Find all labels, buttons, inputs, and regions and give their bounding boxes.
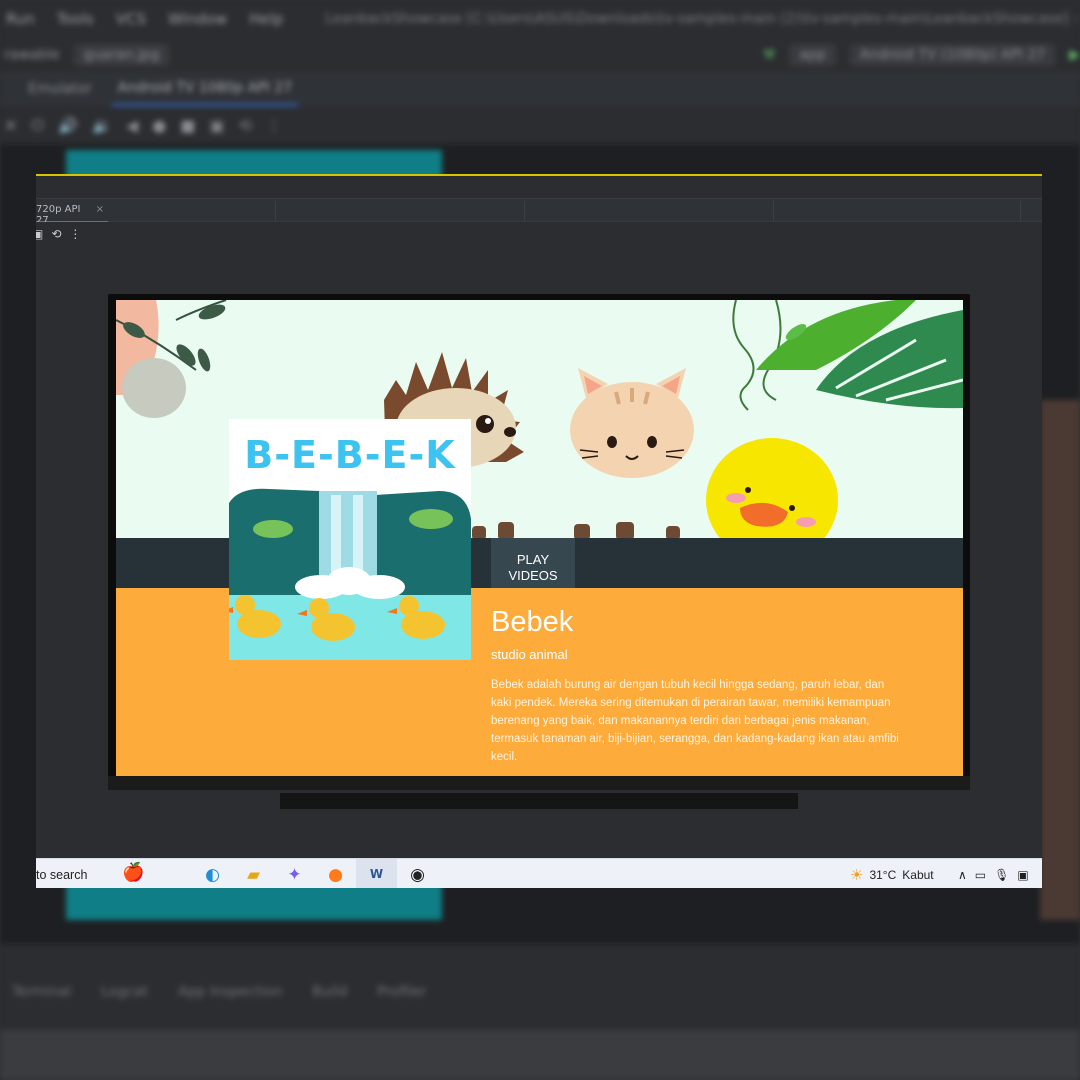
obs-icon[interactable]: ◉ [397,859,438,888]
chevron-up-icon[interactable]: ∧ [958,868,967,882]
drawable-crumb: rawable [4,47,60,63]
tool-app-inspection[interactable]: App Inspection [178,984,282,1000]
school-supplies-icon: 🍎 [122,862,145,883]
ide-toolbar: rawable guaran.jpg ⚒ app Android TV (108… [0,38,1080,72]
tab-android-tv-device[interactable]: Android TV 1080p API 27 [111,72,299,107]
tab-divider [773,201,774,221]
play-videos-button[interactable]: PLAY VIDEOS [491,538,575,588]
tool-profiler[interactable]: Profiler [377,984,426,1000]
bg-bottom-tools: Terminal Logcat App Inspection Build Pro… [12,984,427,1000]
search-placeholder: to search [36,867,88,882]
copilot-icon[interactable]: ✦ [274,859,315,888]
notification-icon[interactable]: ▣ [1017,868,1028,882]
tool-terminal[interactable]: Terminal [12,984,71,1000]
menu-tools[interactable]: Tools [57,10,94,28]
poster-illustration [229,488,471,660]
taskbar-search[interactable]: to search [36,859,176,888]
tab-divider [1020,201,1021,221]
rotate-icon[interactable]: ⟲ [238,116,251,135]
menu-window[interactable]: Window [168,10,227,28]
microphone-icon[interactable]: 🎙 [994,868,1009,882]
weather-widget[interactable]: ☀ 31°C Kabut [850,859,934,888]
ide-menubar: Run Tools VCS Window Help LeanbackShowca… [0,0,1080,38]
power-icon[interactable]: ⏻ [31,115,44,135]
tv-screen[interactable]: PLAY VIDEOS B-E-B-E-K Bebek studio anima… [116,300,963,776]
tool-build[interactable]: Build [312,984,347,1000]
windows-taskbar: to search 🍎 ◐ ▰ ✦ ● W ◉ ☀ 31°C Kabut ∧ ▭… [36,858,1042,888]
edge-icon[interactable]: ◐ [192,859,233,888]
home-icon[interactable]: ● [152,116,166,135]
weather-temp: 31°C [869,867,897,882]
back-icon[interactable]: ◀ [126,116,138,135]
menu-help[interactable]: Help [249,10,283,28]
rotate-icon[interactable]: ⟲ [51,227,61,241]
screenshot-icon[interactable]: ▣ [36,227,43,241]
tv-stand [280,793,798,809]
window-path: LeanbackShowcase [C:\Users\ASUS\Download… [325,11,1080,27]
bg-taskbar [0,1030,1080,1080]
file-explorer-icon[interactable]: ▰ [233,859,274,888]
emulator-tabbar: 720p API 27 × [36,198,1042,226]
tool-logcat[interactable]: Logcat [101,984,148,1000]
details-subtitle: studio animal [491,647,568,662]
bg-side-thumbs [1040,400,1080,920]
ide-tool-tabs: Emulator Android TV 1080p API 27 [0,72,1080,107]
taskbar-apps: ◐ ▰ ✦ ● W ◉ [192,859,438,888]
poster-image: B-E-B-E-K [229,419,471,660]
close-icon[interactable]: ✕ [4,116,17,135]
menu-run[interactable]: Run [6,10,35,28]
run-config-select[interactable]: app [789,44,836,66]
camera-icon[interactable]: ▣ [209,116,224,135]
overview-icon[interactable]: ■ [180,116,195,135]
device-select[interactable]: Android TV (1080p) API 27 [849,44,1056,66]
system-tray: ∧ ▭ 🎙 ▣ [958,859,1029,888]
emulator-controls-bg: ✕ ⏻ 🔊 🔉 ◀ ● ■ ▣ ⟲ ⋮ [0,106,1080,144]
weather-desc: Kabut [902,867,934,882]
details-description: Bebek adalah burung air dengan tubuh kec… [491,679,899,763]
volume-up-icon[interactable]: 🔊 [58,116,78,135]
details-title: Bebek [491,606,574,638]
tab-divider [524,201,525,221]
hammer-icon[interactable]: ⚒ [763,47,776,63]
emulator-window: 720p API 27 × ▣ ⟲ ⋮ [36,174,1042,888]
more-options-icon[interactable]: ⋮ [69,227,81,241]
firefox-icon[interactable]: ● [315,859,356,888]
weather-sun-icon: ☀ [850,866,864,884]
more-icon[interactable]: ⋮ [266,116,282,135]
emulator-titlebar [36,176,1042,198]
tab-emulator[interactable]: Emulator [28,81,92,97]
tab-divider [275,201,276,221]
emulator-toolbar: ▣ ⟲ ⋮ [36,222,1042,246]
tv-bezel [108,776,970,790]
battery-icon[interactable]: ▭ [975,868,986,882]
emulator-device-tab[interactable]: 720p API 27 × [36,199,108,226]
menu-vcs[interactable]: VCS [116,10,146,28]
volume-down-icon[interactable]: 🔉 [92,116,112,135]
file-chip[interactable]: guaran.jpg [73,44,170,66]
word-icon[interactable]: W [356,859,397,888]
run-icon[interactable]: ▶ [1069,47,1080,63]
close-tab-icon[interactable]: × [96,204,104,215]
